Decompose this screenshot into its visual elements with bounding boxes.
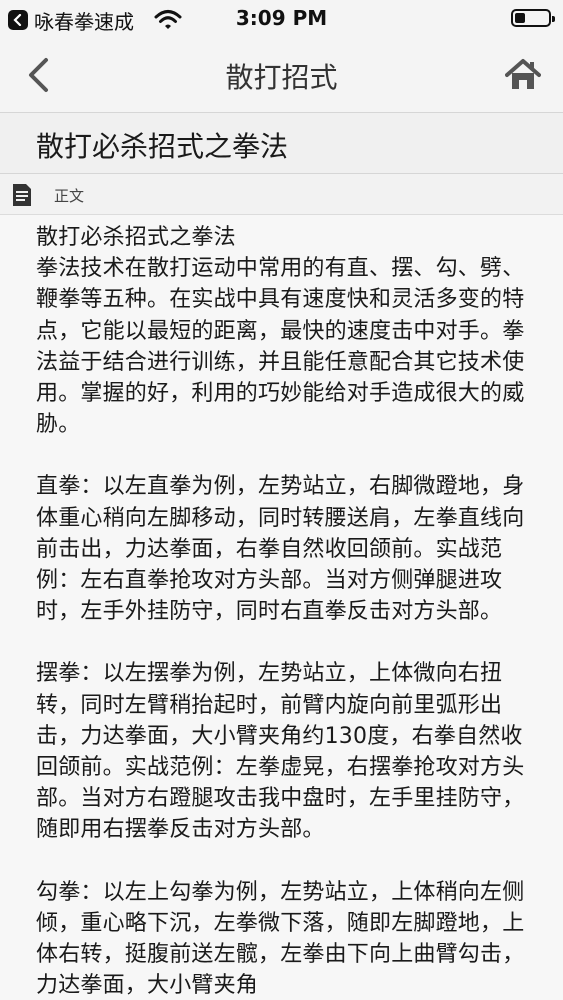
home-icon[interactable] [505,58,541,92]
article-body[interactable]: 散打必杀招式之拳法 拳法技术在散打运动中常用的有直、摆、勾、劈、鞭拳等五种。在实… [36,222,526,1000]
battery-level [515,13,525,23]
paragraph: 摆拳：以左摆拳为例，左势站立，上体微向右扭转，同时左臂稍抬起时，前臂内旋向前里弧… [36,661,525,843]
battery-icon [511,9,555,27]
status-bar: 咏春拳速成 3:09 PM [0,0,563,38]
section-label: 正文 [54,187,85,205]
page-title: 散打招式 [225,61,338,94]
paragraph: 直拳：以左直拳为例，左势站立，右脚微蹬地，身体重心稍向左脚移动，同时转腰送肩，左… [36,474,525,625]
navigation-bar: 散打招式 [0,38,563,113]
paragraph: 勾拳：以左上勾拳为例，左势站立，上体稍向左侧倾，重心略下沉，左拳微下落，随即左脚… [36,879,525,999]
section-row: 正文 [0,174,563,215]
paragraph: 散打必杀招式之拳法 [36,225,236,250]
paragraph: 拳法技术在散打运动中常用的有直、摆、勾、劈、鞭拳等五种。在实战中具有速度快和灵活… [36,256,525,438]
article-title: 散打必杀招式之拳法 [36,130,289,163]
status-time: 3:09 PM [235,6,328,30]
article-header: 散打必杀招式之拳法 [0,113,563,174]
document-icon [13,184,31,206]
